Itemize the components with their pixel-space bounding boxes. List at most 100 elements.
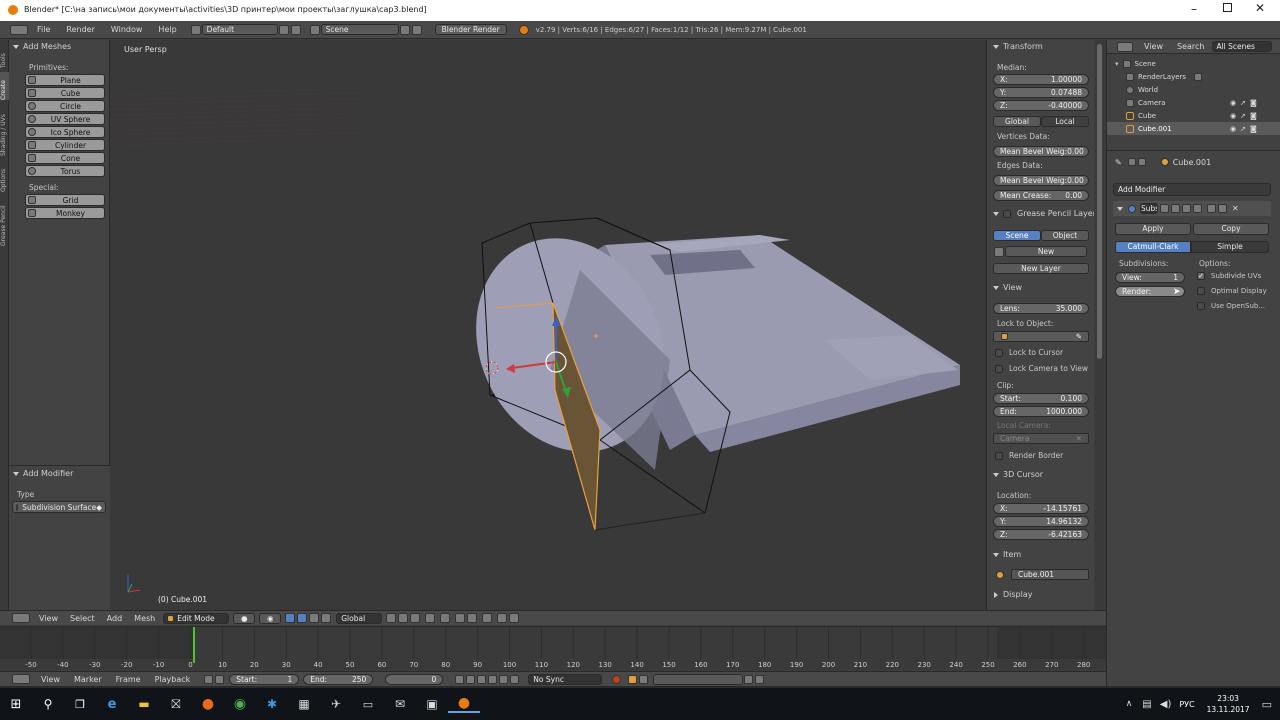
outliner-item-renderlayers[interactable]: RenderLayers bbox=[1107, 70, 1280, 83]
cursor-x-field[interactable]: X: -14.15761 bbox=[993, 503, 1089, 514]
firefox-icon[interactable]: ● bbox=[192, 696, 224, 712]
orientation-select[interactable]: Global bbox=[336, 612, 383, 624]
opengl-render-icon[interactable] bbox=[509, 613, 520, 623]
pivot-select[interactable]: ◉ bbox=[259, 612, 282, 624]
volume-icon[interactable]: ◀) bbox=[1160, 699, 1172, 710]
3d-editor-icon[interactable] bbox=[12, 613, 30, 623]
outliner-menu-search[interactable]: Search bbox=[1177, 42, 1204, 51]
clear-camera-icon[interactable]: ✕ bbox=[1076, 434, 1082, 443]
move-down-icon[interactable] bbox=[1218, 204, 1227, 213]
render-engine-select[interactable]: Blender Render bbox=[434, 24, 507, 35]
minimize-icon[interactable]: – bbox=[1191, 2, 1197, 16]
local-toggle[interactable]: Local bbox=[1041, 116, 1089, 127]
timeline-menu-view[interactable]: View bbox=[41, 675, 60, 684]
calculator-icon[interactable]: ▦ bbox=[288, 697, 320, 711]
add-cone-button[interactable]: Cone bbox=[25, 152, 105, 164]
mean-bevel-vert-field[interactable]: Mean Bevel Weig: 0.00 bbox=[993, 146, 1089, 157]
cursor-y-field[interactable]: Y: 14.96132 bbox=[993, 516, 1089, 527]
keying-set-select[interactable] bbox=[653, 673, 744, 685]
render-preview-icon[interactable] bbox=[497, 613, 508, 623]
snap-toggle-icon[interactable] bbox=[455, 613, 466, 623]
outliner-item-world[interactable]: World bbox=[1107, 83, 1280, 96]
grease-object-toggle[interactable]: Object bbox=[1041, 230, 1089, 241]
keying-set-icon[interactable] bbox=[628, 674, 638, 684]
median-z-field[interactable]: Z: -0.40000 bbox=[993, 100, 1089, 111]
preview-range-icon[interactable] bbox=[204, 674, 214, 684]
photos-icon[interactable]: ▣ bbox=[416, 697, 448, 711]
cage-toggle-icon[interactable] bbox=[1193, 204, 1202, 213]
menu-file[interactable]: File bbox=[37, 25, 50, 34]
end-frame-field[interactable]: End: 250 bbox=[303, 673, 374, 685]
n-panel-scrollbar[interactable] bbox=[1095, 40, 1105, 610]
menu-help[interactable]: Help bbox=[158, 25, 176, 34]
item-collapse-icon[interactable] bbox=[993, 552, 999, 557]
tray-chevron-icon[interactable]: ∧ bbox=[1126, 699, 1133, 709]
manipulator-toggle-icon[interactable] bbox=[285, 613, 296, 623]
editmode-toggle-icon[interactable] bbox=[1160, 204, 1169, 213]
store-icon[interactable]: ⛝ bbox=[160, 697, 192, 712]
apply-button[interactable]: Apply bbox=[1115, 223, 1191, 235]
pencil-icon[interactable] bbox=[994, 246, 1004, 257]
remove-layout-icon[interactable] bbox=[290, 24, 301, 35]
viewport-toggle-icon[interactable] bbox=[1171, 204, 1180, 213]
keyframe-add-icon[interactable] bbox=[744, 674, 754, 684]
view-levels-field[interactable]: View: 1 bbox=[1115, 272, 1185, 283]
3d-menu-mesh[interactable]: Mesh bbox=[134, 614, 155, 623]
scale-icon[interactable] bbox=[321, 613, 332, 623]
tab-grease-pencil[interactable]: Grease Pencil bbox=[0, 196, 9, 246]
timeline-menu-marker[interactable]: Marker bbox=[74, 675, 102, 684]
3d-viewport[interactable]: User Persp (0) Cube.001 bbox=[110, 40, 986, 610]
global-toggle[interactable]: Global bbox=[993, 116, 1041, 127]
render-border-check[interactable]: Render Border bbox=[995, 451, 1063, 460]
copy-button[interactable]: Copy bbox=[1193, 223, 1269, 235]
blender-taskbar-icon[interactable]: ● bbox=[448, 695, 480, 713]
remove-scene-icon[interactable] bbox=[411, 24, 422, 35]
occlude-icon[interactable] bbox=[425, 613, 436, 623]
play-icon[interactable] bbox=[488, 674, 498, 684]
view-collapse-icon[interactable] bbox=[993, 285, 999, 290]
maximize-icon[interactable] bbox=[1223, 3, 1232, 12]
render-camera-icon[interactable]: ◙ bbox=[1250, 125, 1257, 133]
timeline[interactable]: -50 -40 -30 -20 -10 0 10 20 30 40 50 60 70 80 90 100 110… bbox=[0, 626, 1106, 670]
modifier-collapse-icon[interactable] bbox=[1117, 206, 1123, 211]
add-ico-sphere-button[interactable]: Ico Sphere bbox=[25, 126, 105, 138]
modifier-name-field[interactable]: Subs bbox=[1140, 203, 1158, 214]
clip-end-field[interactable]: End: 1000.000 bbox=[993, 406, 1089, 417]
lock-object-field[interactable]: ✎ bbox=[993, 331, 1089, 342]
optimal-display-check[interactable]: Optimal Display bbox=[1197, 287, 1267, 295]
item-name-field[interactable]: Cube.001 bbox=[1011, 569, 1089, 580]
menu-window[interactable]: Window bbox=[111, 25, 143, 34]
lock-camera-check[interactable]: Lock Camera to View bbox=[995, 364, 1088, 373]
task-view-icon[interactable]: ❐ bbox=[64, 698, 96, 711]
move-up-icon[interactable] bbox=[1207, 204, 1216, 213]
terminal-icon[interactable]: ▭ bbox=[352, 698, 384, 711]
eyedropper-icon[interactable]: ✎ bbox=[1076, 332, 1082, 341]
scene-select[interactable]: Scene bbox=[320, 24, 399, 35]
local-camera-field[interactable]: Camera ✕ bbox=[993, 433, 1089, 444]
current-frame-marker[interactable] bbox=[193, 627, 195, 663]
display-collapse-icon[interactable] bbox=[994, 591, 998, 598]
close-icon[interactable]: ✕ bbox=[1255, 1, 1265, 15]
simple-toggle[interactable]: Simple bbox=[1191, 241, 1269, 253]
menu-render[interactable]: Render bbox=[66, 25, 94, 34]
start-button-icon[interactable]: ⊞ bbox=[0, 697, 32, 712]
vertex-select-icon[interactable] bbox=[386, 613, 397, 623]
snap-element-icon[interactable] bbox=[467, 613, 478, 623]
cursor-collapse-icon[interactable] bbox=[993, 472, 999, 477]
catmull-clark-toggle[interactable]: Catmull-Clark bbox=[1115, 241, 1191, 253]
timeline-editor-icon[interactable] bbox=[12, 674, 30, 684]
mean-bevel-edge-field[interactable]: Mean Bevel Weig: 0.00 bbox=[993, 175, 1089, 186]
shading-select[interactable]: ● bbox=[233, 612, 256, 624]
add-layout-icon[interactable] bbox=[278, 24, 289, 35]
render-toggle-icon[interactable] bbox=[1182, 204, 1191, 213]
layers-icon[interactable] bbox=[482, 613, 493, 623]
edge-select-icon[interactable] bbox=[398, 613, 409, 623]
panel-collapse-icon[interactable] bbox=[13, 44, 19, 49]
play-reverse-icon[interactable] bbox=[477, 674, 487, 684]
screen-layout-select[interactable]: Default bbox=[201, 24, 278, 35]
lock-icon[interactable] bbox=[215, 674, 225, 684]
notifications-icon[interactable]: ▭ bbox=[1262, 698, 1272, 711]
visibility-eye-icon[interactable]: ◉ bbox=[1230, 112, 1236, 120]
remove-modifier-icon[interactable]: ✕ bbox=[1232, 204, 1239, 213]
info-editor-icon[interactable] bbox=[10, 24, 28, 35]
